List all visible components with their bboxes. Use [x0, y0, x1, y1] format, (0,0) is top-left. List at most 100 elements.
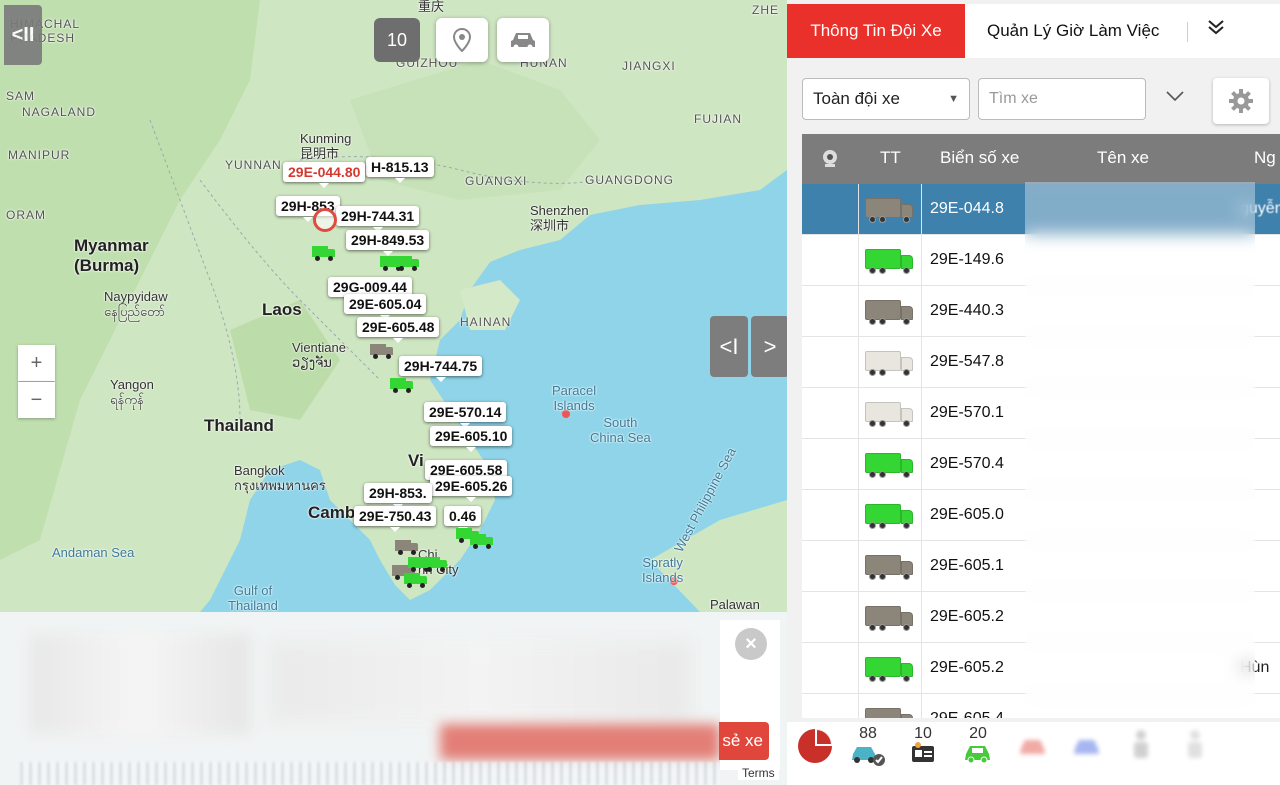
map-truck-icon[interactable] — [395, 540, 419, 555]
row-plate: 29E-605.1 — [930, 557, 1004, 574]
vehicle-label[interactable]: H-815.13 — [366, 157, 434, 183]
place-label-sam: SAM — [6, 89, 36, 103]
map-truck-icon[interactable] — [390, 378, 414, 393]
vehicle-label[interactable]: 29H-744.75 — [399, 356, 483, 382]
row-driver-cell — [802, 388, 859, 439]
car-running-icon — [965, 746, 990, 764]
vehicle-label[interactable]: 29H-744.31 — [336, 206, 420, 232]
vehicle-search-input[interactable] — [978, 78, 1146, 120]
row-status-cell — [859, 337, 922, 388]
vehicle-info-popup — [0, 612, 787, 785]
car-view-button[interactable] — [497, 18, 549, 62]
cluster-count-button[interactable]: 10 — [374, 18, 420, 62]
place-label-jiangxi: JIANGXI — [622, 59, 676, 73]
panel-next-button[interactable]: > — [751, 316, 787, 377]
place-label-andaman: Andaman Sea — [52, 545, 135, 560]
row-plate: 29E-044.8 — [930, 200, 1004, 217]
vehicle-label[interactable]: 29E-044.80 — [283, 162, 366, 188]
map-truck-icon[interactable] — [312, 246, 336, 261]
panel-prev-button[interactable]: <I — [710, 316, 748, 377]
map-truck-icon[interactable] — [424, 557, 448, 572]
row-driver-cell — [802, 235, 859, 286]
place-label-oram: ORAM — [6, 208, 46, 222]
row-driver-cell — [802, 286, 859, 337]
col-vehicle-name[interactable]: Tên xe — [1097, 148, 1149, 168]
truck-status-icon — [865, 247, 915, 275]
fleet-group-select[interactable]: Toàn đội xe ▼ — [802, 78, 970, 120]
place-label-laos: Laos — [262, 300, 302, 319]
row-driver-cell — [802, 490, 859, 541]
tab-fleet-info[interactable]: Thông Tin Đội Xe — [787, 4, 965, 58]
map-terms-link[interactable]: Terms — [738, 766, 779, 780]
map-view[interactable]: 重庆 ZHE HIMACHAL PRADESH GUIZHOU HUNAN JIANGXI… — [0, 0, 787, 785]
stopped-vehicles-filter[interactable] — [1009, 736, 1057, 778]
vehicle-label[interactable]: 0.46 — [444, 506, 482, 532]
idle-vehicles-filter[interactable] — [1063, 736, 1111, 778]
driver-camera-icon — [818, 146, 842, 175]
collapse-left-button[interactable]: <II — [4, 5, 42, 65]
row-plate: 29E-605.0 — [930, 506, 1004, 523]
vehicle-label[interactable]: 29E-570.14 — [424, 402, 507, 428]
truck-status-icon — [865, 502, 915, 530]
popup-close-button[interactable]: × — [735, 628, 767, 660]
col-plate[interactable]: Biển số xe — [940, 148, 1019, 168]
col-extra: Ng — [1254, 148, 1276, 167]
location-pin-button[interactable] — [436, 18, 488, 62]
zoom-out-button[interactable]: − — [18, 382, 55, 418]
map-truck-icon[interactable] — [404, 573, 428, 588]
row-status-cell — [859, 439, 922, 490]
row-plate: 29E-570.4 — [930, 455, 1004, 472]
paper-vehicles-filter[interactable]: 10 — [899, 726, 947, 768]
zoom-in-button[interactable]: + — [18, 345, 55, 381]
row-status-cell — [859, 490, 922, 541]
running-vehicles-filter[interactable]: 20 — [954, 726, 1002, 768]
person-icon — [1134, 730, 1148, 758]
settings-button[interactable] — [1213, 78, 1269, 124]
row-status-cell — [859, 388, 922, 439]
popup-blurred-strip — [20, 762, 720, 785]
map-truck-icon[interactable] — [370, 344, 394, 359]
map-truck-icon[interactable] — [470, 534, 494, 549]
person-outline-icon — [1188, 730, 1202, 758]
row-driver-cell — [802, 439, 859, 490]
vehicle-label[interactable]: 29E-605.48 — [357, 317, 440, 343]
more-tabs-chevron-icon[interactable] — [1207, 18, 1225, 42]
place-label-vientiane: Vientiane ວຽງຈັນ — [292, 340, 346, 370]
driver-offline-filter[interactable] — [1171, 728, 1219, 770]
gear-icon — [1229, 89, 1253, 113]
row-plate: 29E-547.8 — [930, 353, 1004, 370]
all-vehicles-filter[interactable]: 88 — [844, 726, 892, 768]
vehicle-label[interactable]: 29H-853. — [364, 483, 432, 509]
pie-chart-icon — [798, 729, 832, 763]
driver-filter[interactable] — [1117, 728, 1165, 770]
place-label-guangdong: GUANGDONG — [585, 173, 675, 187]
all-vehicles-count: 88 — [859, 725, 877, 742]
tab-divider — [1187, 22, 1188, 42]
tab-working-hours[interactable]: Quản Lý Giờ Làm Việc — [987, 4, 1159, 58]
selected-location-pin-icon[interactable] — [313, 208, 337, 232]
vehicle-table: TT Biển số xe Tên xe Ng 29E-044.8 guyễn 29… — [802, 134, 1280, 718]
stats-pie-button[interactable] — [791, 726, 839, 768]
paper-vehicles-count: 10 — [914, 725, 932, 742]
truck-status-icon — [865, 451, 915, 479]
vehicle-label[interactable]: 29E-605.04 — [344, 294, 427, 320]
vehicle-label[interactable]: 29E-605.26 — [430, 476, 513, 502]
vehicle-label[interactable]: 29E-750.43 — [354, 506, 437, 532]
map-truck-icon[interactable] — [396, 256, 420, 271]
place-label-yunnan: YUNNAN — [225, 158, 282, 172]
vehicle-label[interactable]: 29E-605.10 — [430, 426, 513, 452]
row-status-cell — [859, 643, 922, 694]
fleet-group-select-value: Toàn đội xe — [813, 89, 900, 108]
vehicle-table-header: TT Biển số xe Tên xe Ng — [802, 134, 1280, 184]
row-plate: 29E-605.4 — [930, 710, 1004, 718]
car-check-icon — [852, 747, 885, 766]
chevron-down-icon[interactable] — [1165, 86, 1185, 107]
vehicle-label[interactable]: 29H-849.53 — [346, 230, 430, 256]
place-label-yangon: Yangon ရန်ကုန် — [110, 377, 154, 407]
row-plate: 29E-605.2 — [930, 608, 1004, 625]
place-label-thailand: Thailand — [204, 416, 274, 435]
share-vehicle-button[interactable]: sẻ xe — [719, 722, 769, 760]
popup-blurred-button — [440, 724, 720, 760]
row-plate: 29E-570.1 — [930, 404, 1004, 421]
car-stopped-icon — [1020, 740, 1045, 754]
